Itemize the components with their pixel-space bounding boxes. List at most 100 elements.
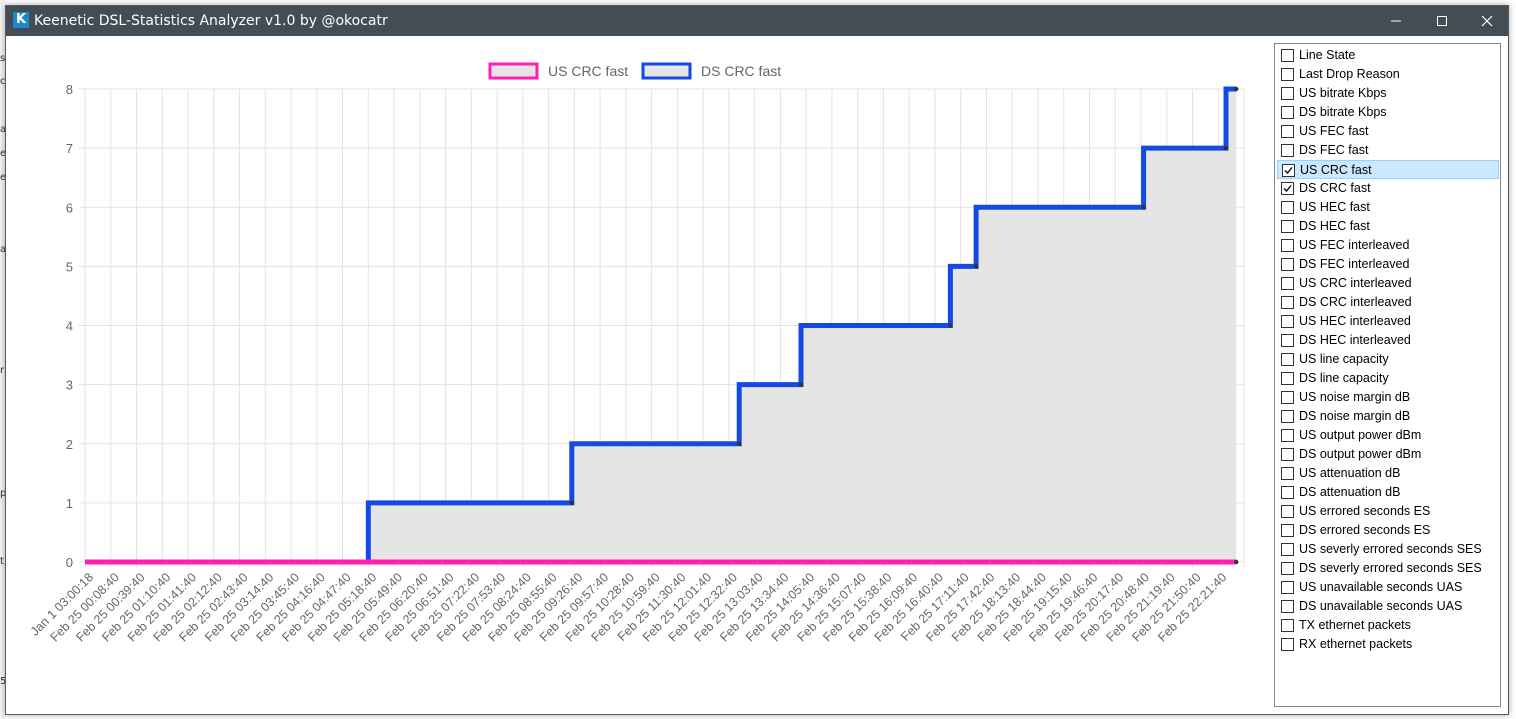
series-list-item-label: DS unavailable seconds UAS — [1299, 599, 1463, 613]
checkbox[interactable] — [1281, 353, 1294, 366]
checkbox[interactable] — [1281, 68, 1294, 81]
series-list-item[interactable]: US output power dBm — [1277, 426, 1499, 445]
series-list-item[interactable]: US unavailable seconds UAS — [1277, 578, 1499, 597]
series-list-item[interactable]: US FEC fast — [1277, 122, 1499, 141]
checkbox[interactable] — [1281, 49, 1294, 62]
checkbox[interactable] — [1281, 486, 1294, 499]
y-tick-label: 0 — [66, 555, 73, 570]
checkbox[interactable] — [1281, 600, 1294, 613]
series-list-item[interactable]: US line capacity — [1277, 350, 1499, 369]
series-list-item[interactable]: DS errored seconds ES — [1277, 521, 1499, 540]
y-tick-label: 2 — [66, 437, 73, 452]
checkbox[interactable] — [1281, 429, 1294, 442]
ds-crc-data-point — [1223, 145, 1229, 151]
series-list-item-label: US line capacity — [1299, 352, 1389, 366]
series-list-item[interactable]: DS noise margin dB — [1277, 407, 1499, 426]
checkbox[interactable] — [1281, 467, 1294, 480]
checkbox[interactable] — [1281, 505, 1294, 518]
series-list-item-label: DS line capacity — [1299, 371, 1389, 385]
series-list-item-label: DS FEC fast — [1299, 143, 1369, 157]
y-tick-label: 7 — [66, 141, 73, 156]
series-list-item[interactable]: Line State — [1277, 46, 1499, 65]
series-list-item[interactable]: TX ethernet packets — [1277, 616, 1499, 635]
series-list-item-label: US FEC fast — [1299, 124, 1369, 138]
series-list-item-label: DS HEC fast — [1299, 219, 1370, 233]
series-list-item-label: DS CRC fast — [1299, 181, 1371, 195]
series-list-item[interactable]: US severly errored seconds SES — [1277, 540, 1499, 559]
checkbox[interactable] — [1281, 144, 1294, 157]
series-list-item-label: DS output power dBm — [1299, 447, 1422, 461]
checkmark-icon — [1284, 167, 1293, 174]
checkbox-checked[interactable] — [1281, 182, 1294, 195]
series-list-item[interactable]: US HEC interleaved — [1277, 312, 1499, 331]
app-icon: K — [13, 12, 29, 28]
y-tick-label: 1 — [66, 496, 73, 511]
series-list-item[interactable]: DS line capacity — [1277, 369, 1499, 388]
series-list-item[interactable]: Last Drop Reason — [1277, 65, 1499, 84]
series-list-item[interactable]: US noise margin dB — [1277, 388, 1499, 407]
maximize-button[interactable] — [1419, 6, 1465, 36]
checkbox[interactable] — [1281, 410, 1294, 423]
series-list-item[interactable]: US CRC interleaved — [1277, 274, 1499, 293]
series-list-item-label: DS severly errored seconds SES — [1299, 561, 1482, 575]
checkbox[interactable] — [1281, 524, 1294, 537]
series-list-item[interactable]: DS CRC interleaved — [1277, 293, 1499, 312]
series-list-item[interactable]: DS CRC fast — [1277, 179, 1499, 198]
series-list-item[interactable]: DS bitrate Kbps — [1277, 103, 1499, 122]
series-list-item[interactable]: US FEC interleaved — [1277, 236, 1499, 255]
series-list-item[interactable]: US HEC fast — [1277, 198, 1499, 217]
close-button[interactable] — [1464, 6, 1510, 36]
series-list-item[interactable]: DS severly errored seconds SES — [1277, 559, 1499, 578]
checkbox[interactable] — [1281, 277, 1294, 290]
series-list-item-label: US output power dBm — [1299, 428, 1422, 442]
checkbox[interactable] — [1281, 201, 1294, 214]
checkbox[interactable] — [1281, 106, 1294, 119]
series-list-item[interactable]: US bitrate Kbps — [1277, 84, 1499, 103]
checkbox[interactable] — [1281, 220, 1294, 233]
checkbox[interactable] — [1281, 638, 1294, 651]
series-list-item[interactable]: DS unavailable seconds UAS — [1277, 597, 1499, 616]
checkmark-icon — [1283, 185, 1292, 192]
series-list-item-label: US FEC interleaved — [1299, 238, 1410, 252]
chart-area[interactable]: 0 1 2 3 4 5 6 7 8 Jan 1 03:00:18 Feb 25 00:08:40 Fe… — [6, 36, 1268, 714]
legend-label: US CRC fast — [548, 63, 628, 79]
checkbox[interactable] — [1281, 315, 1294, 328]
series-list-item-label: US severly errored seconds SES — [1299, 542, 1482, 556]
checkbox[interactable] — [1281, 391, 1294, 404]
checkbox[interactable] — [1281, 448, 1294, 461]
checkbox[interactable] — [1281, 239, 1294, 252]
series-list-item[interactable]: DS attenuation dB — [1277, 483, 1499, 502]
checkbox[interactable] — [1281, 334, 1294, 347]
series-list-item-label: US noise margin dB — [1299, 390, 1411, 404]
series-list-item[interactable]: US errored seconds ES — [1277, 502, 1499, 521]
series-list-item[interactable]: RX ethernet packets — [1277, 635, 1499, 654]
series-list-item-label: DS HEC interleaved — [1299, 333, 1411, 347]
series-list-item[interactable]: DS FEC interleaved — [1277, 255, 1499, 274]
checkbox[interactable] — [1281, 258, 1294, 271]
series-list-item[interactable]: US CRC fast — [1277, 160, 1499, 179]
checkbox[interactable] — [1281, 619, 1294, 632]
series-list-item[interactable]: DS FEC fast — [1277, 141, 1499, 160]
series-list-item-label: US HEC interleaved — [1299, 314, 1411, 328]
checkbox[interactable] — [1281, 581, 1294, 594]
title-bar[interactable]: K Keenetic DSL-Statistics Analyzer v1.0 … — [6, 6, 1508, 36]
series-list-item[interactable]: DS output power dBm — [1277, 445, 1499, 464]
series-list-item-label: Last Drop Reason — [1299, 67, 1400, 81]
line-chart[interactable]: 012345678Jan 1 03:00:18Feb 25 00:08:40Fe… — [6, 36, 1268, 714]
ds-crc-data-point — [798, 382, 804, 387]
series-list-item-label: US unavailable seconds UAS — [1299, 580, 1463, 594]
checkbox[interactable] — [1281, 562, 1294, 575]
checkbox[interactable] — [1281, 372, 1294, 385]
checkbox[interactable] — [1281, 543, 1294, 556]
checkbox-checked[interactable] — [1282, 164, 1295, 177]
series-list-item[interactable]: DS HEC interleaved — [1277, 331, 1499, 350]
ds-crc-data-point — [1141, 205, 1146, 210]
series-checklist[interactable]: Line State Last Drop Reason US bitrate Kbp… — [1274, 43, 1501, 707]
checkbox[interactable] — [1281, 125, 1294, 138]
checkbox[interactable] — [1281, 87, 1294, 100]
checkbox[interactable] — [1281, 296, 1294, 309]
minimize-button[interactable] — [1373, 6, 1419, 36]
legend-label: DS CRC fast — [701, 63, 781, 79]
series-list-item[interactable]: DS HEC fast — [1277, 217, 1499, 236]
series-list-item[interactable]: US attenuation dB — [1277, 464, 1499, 483]
